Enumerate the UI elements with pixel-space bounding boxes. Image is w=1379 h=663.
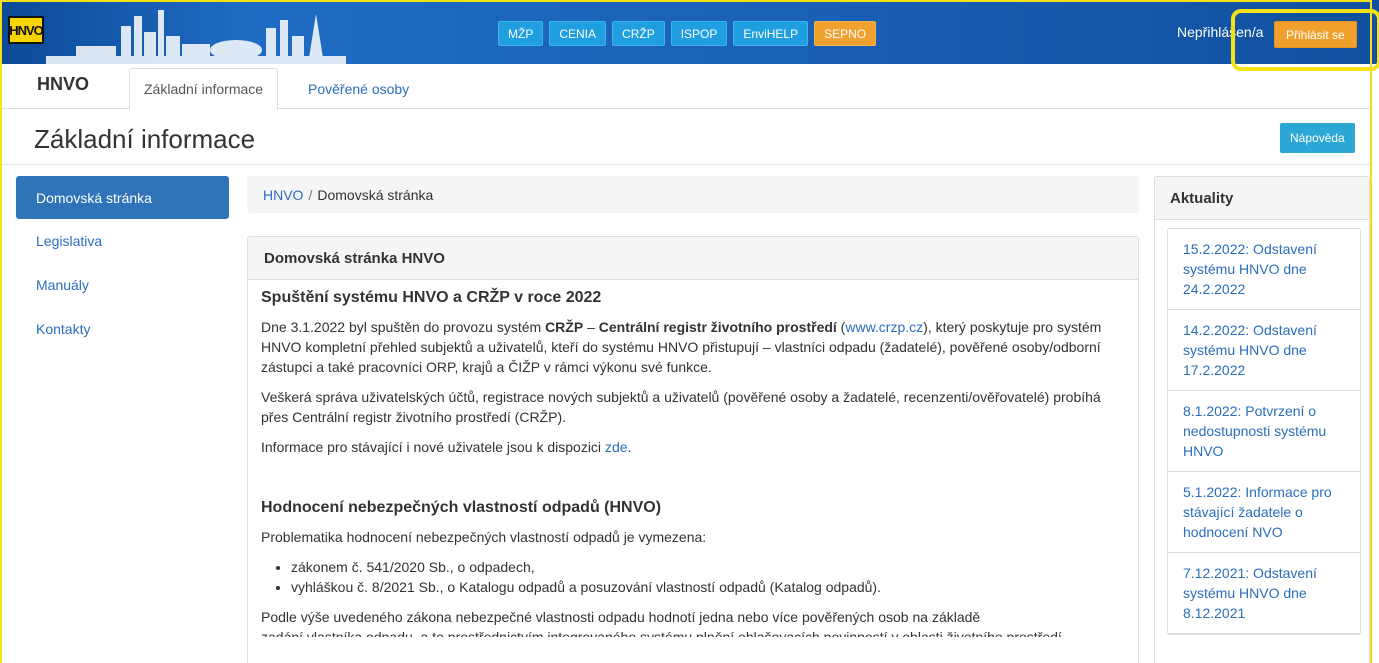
- list-item: vyhláškou č. 8/2021 Sb., o Katalogu odpa…: [291, 577, 1124, 597]
- paragraph-evaluation-cont: zadání vlastníka odpadu, a to prostředni…: [261, 629, 1062, 637]
- main-panel: Domovská stránka HNVO Spuštění systému H…: [247, 236, 1139, 663]
- panel-body: Spuštění systému HNVO a CRŽP v roce 2022…: [248, 280, 1138, 637]
- news-panel: Aktuality 15.2.2022: Odstavení systému H…: [1154, 176, 1370, 663]
- breadcrumb-current: Domovská stránka: [317, 186, 434, 203]
- tabs-row: HNVO Základní informace Pověřené osoby: [0, 64, 1372, 110]
- sidebar-item-kontakty[interactable]: Kontakty: [16, 307, 229, 351]
- nav-ispop-button[interactable]: ISPOP: [670, 21, 728, 46]
- p3-end: .: [627, 439, 632, 455]
- paragraph-evaluation: Podle výše uvedeného zákona nebezpečné v…: [261, 609, 981, 625]
- nav-cenia-button[interactable]: CENIA: [549, 21, 607, 46]
- news-title: Aktuality: [1155, 177, 1369, 220]
- breadcrumb-separator: /: [308, 186, 313, 203]
- nav-envihelp-button[interactable]: EnviHELP: [733, 21, 809, 46]
- news-item[interactable]: 8.1.2022: Potvrzení o nedostupnosti syst…: [1168, 391, 1360, 472]
- p1-text: Dne 3.1.2022 byl spuštěn do provozu syst…: [261, 319, 546, 335]
- p1-dash: –: [583, 319, 599, 335]
- sidebar-item-domovska-stranka[interactable]: Domovská stránka: [16, 176, 229, 219]
- list-item: zákonem č. 541/2020 Sb., o odpadech,: [291, 557, 1124, 577]
- login-button[interactable]: Přihlásit se: [1274, 21, 1357, 48]
- panel-title: Domovská stránka HNVO: [248, 237, 1138, 280]
- sidebar-item-manualy[interactable]: Manuály: [16, 263, 229, 307]
- paragraph-scope: Problematika hodnocení nebezpečných vlas…: [261, 529, 707, 545]
- hnvo-logo[interactable]: HNVO: [8, 16, 44, 44]
- p3-text: Informace pro stávající i nové uživatele…: [261, 439, 605, 455]
- portal-nav: MŽP CENIA CRŽP ISPOP EnviHELP SEPNO: [498, 21, 877, 46]
- logo-text: HNVO: [9, 22, 44, 38]
- law-list: zákonem č. 541/2020 Sb., o odpadech, vyh…: [291, 557, 1124, 597]
- news-item[interactable]: 15.2.2022: Odstavení systému HNVO dne 24…: [1168, 229, 1360, 310]
- section-title-hnvo: Hodnocení nebezpečných vlastností odpadů…: [261, 499, 662, 516]
- news-item[interactable]: 5.1.2022: Informace pro stávající žadate…: [1168, 472, 1360, 553]
- page-title: Základní informace: [34, 124, 256, 154]
- sidebar-nav: Domovská stránka Legislativa Manuály Kon…: [16, 176, 229, 351]
- p1-bold-registry: Centrální registr životního prostředí: [598, 319, 837, 335]
- user-status: Nepřihlášen/a: [1177, 24, 1264, 40]
- tab-zakladni-informace[interactable]: Základní informace: [129, 68, 279, 110]
- divider: [0, 164, 1372, 165]
- top-banner: HNVO MŽP CENIA CRŽP ISPOP EnviHELP SEPNO…: [0, 0, 1379, 64]
- paragraph-crzp-launch: Dne 3.1.2022 byl spuštěn do provozu syst…: [261, 317, 1124, 377]
- news-item[interactable]: 7.12.2021: Odstavení systému HNVO dne 8.…: [1168, 553, 1360, 634]
- breadcrumb-root-link[interactable]: HNVO: [263, 187, 303, 203]
- breadcrumb: HNVO / Domovská stránka: [247, 176, 1139, 213]
- tab-poverene-osoby[interactable]: Pověřené osoby: [294, 68, 423, 110]
- news-list: 15.2.2022: Odstavení systému HNVO dne 24…: [1167, 228, 1361, 635]
- nav-sepno-button[interactable]: SEPNO: [814, 21, 877, 46]
- sidebar-item-legislativa[interactable]: Legislativa: [16, 219, 229, 263]
- help-button[interactable]: Nápověda: [1280, 123, 1355, 153]
- section-title-launch: Spuštění systému HNVO a CRŽP v roce 2022: [261, 289, 602, 306]
- news-item[interactable]: 14.2.2022: Odstavení systému HNVO dne 17…: [1168, 310, 1360, 391]
- info-here-link[interactable]: zde: [605, 439, 628, 455]
- nav-crzp-button[interactable]: CRŽP: [612, 21, 665, 46]
- skyline-illustration-icon: [46, 10, 346, 64]
- paragraph-info-link: Informace pro stávající i nové uživatele…: [261, 437, 1124, 457]
- crzp-link[interactable]: www.crzp.cz: [845, 319, 923, 335]
- nav-mzp-button[interactable]: MŽP: [498, 21, 544, 46]
- p1-bold-crzp: CRŽP: [545, 319, 584, 335]
- paragraph-account-management: Veškerá správa uživatelských účtů, regis…: [261, 389, 1101, 425]
- brand-title[interactable]: HNVO: [37, 74, 89, 95]
